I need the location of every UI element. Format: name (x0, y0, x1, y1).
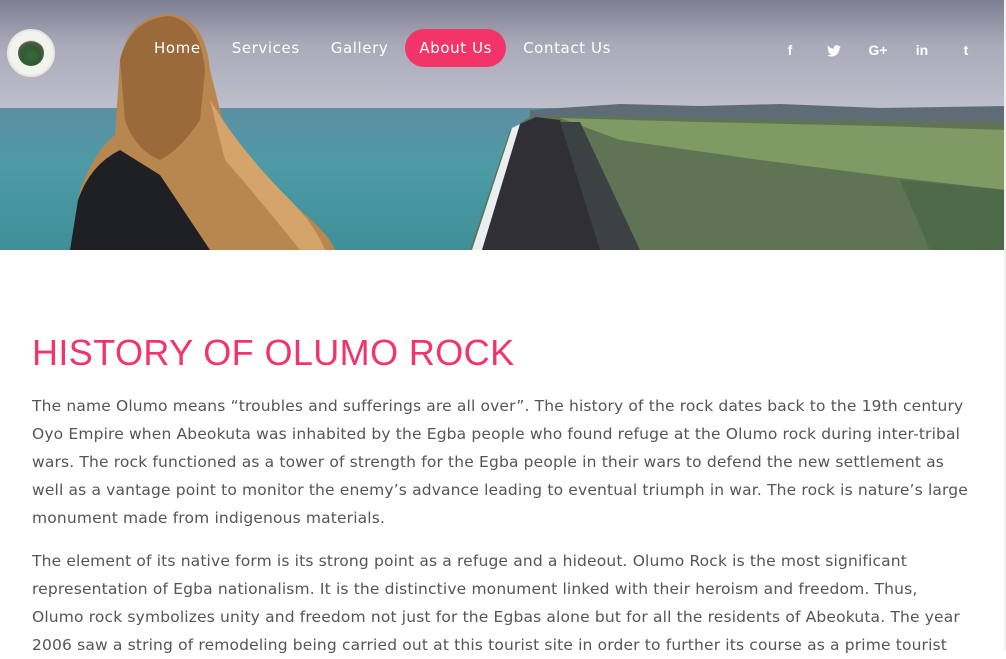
logo-emblem (18, 40, 44, 66)
nav-item-about-us[interactable]: About Us (405, 29, 507, 67)
tumblr-icon[interactable]: t (944, 36, 988, 64)
google-plus-icon[interactable]: G+ (856, 36, 900, 64)
site-logo[interactable] (7, 29, 55, 77)
nav-item-contact-us[interactable]: Contact Us (509, 29, 625, 67)
main-nav: Home Services Gallery About Us Contact U… (140, 28, 628, 68)
facebook-icon[interactable]: f (768, 36, 812, 64)
social-links: f G+ in t (768, 36, 988, 64)
about-content: HISTORY OF OLUMO ROCK The name Olumo mea… (32, 326, 972, 659)
linkedin-icon[interactable]: in (900, 36, 944, 64)
page-title: HISTORY OF OLUMO ROCK (32, 332, 515, 373)
history-paragraph-1: The name Olumo means “troubles and suffe… (32, 397, 968, 527)
nav-item-home[interactable]: Home (140, 29, 215, 67)
twitter-icon[interactable] (812, 36, 856, 64)
history-paragraph-2: The element of its native form is its st… (32, 552, 960, 654)
nav-item-services[interactable]: Services (218, 29, 314, 67)
nav-item-gallery[interactable]: Gallery (317, 29, 403, 67)
